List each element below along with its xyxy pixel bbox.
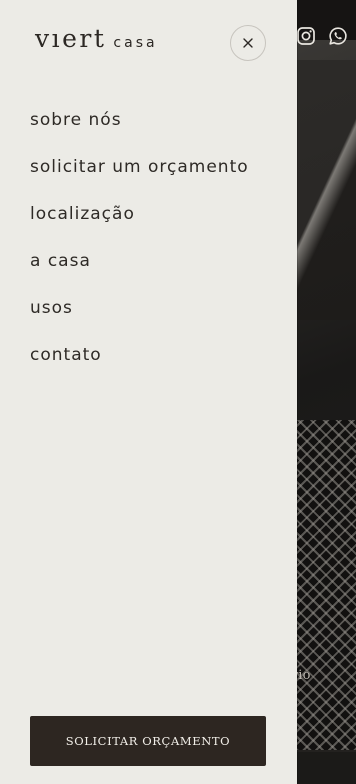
nav-item-localizacao[interactable]: localização	[30, 199, 249, 246]
request-quote-button[interactable]: SOLICITAR ORÇAMENTO	[30, 716, 266, 766]
close-icon	[242, 34, 254, 53]
close-menu-button[interactable]	[230, 25, 266, 61]
brand-logo[interactable]: vıert casa	[35, 24, 158, 53]
hero-mesh-pattern	[296, 420, 356, 750]
nav-item-sobre-nos[interactable]: sobre nós	[30, 105, 249, 152]
nav-item-solicitar-orcamento[interactable]: solicitar um orçamento	[30, 152, 249, 199]
nav-drawer: vıert casa sobre nós solicitar um orçame…	[0, 0, 297, 784]
nav-item-contato[interactable]: contato	[30, 340, 249, 387]
whatsapp-icon[interactable]	[328, 26, 348, 46]
instagram-icon[interactable]	[296, 26, 316, 46]
nav-item-usos[interactable]: usos	[30, 293, 249, 340]
hero-bottom-strip	[296, 752, 356, 784]
logo-mark: vıert	[35, 24, 107, 53]
hero-roof-edge	[296, 60, 356, 320]
nav-menu: sobre nós solicitar um orçamento localiz…	[30, 105, 249, 387]
logo-word: casa	[113, 35, 158, 51]
nav-item-a-casa[interactable]: a casa	[30, 246, 249, 293]
social-links	[296, 26, 348, 46]
